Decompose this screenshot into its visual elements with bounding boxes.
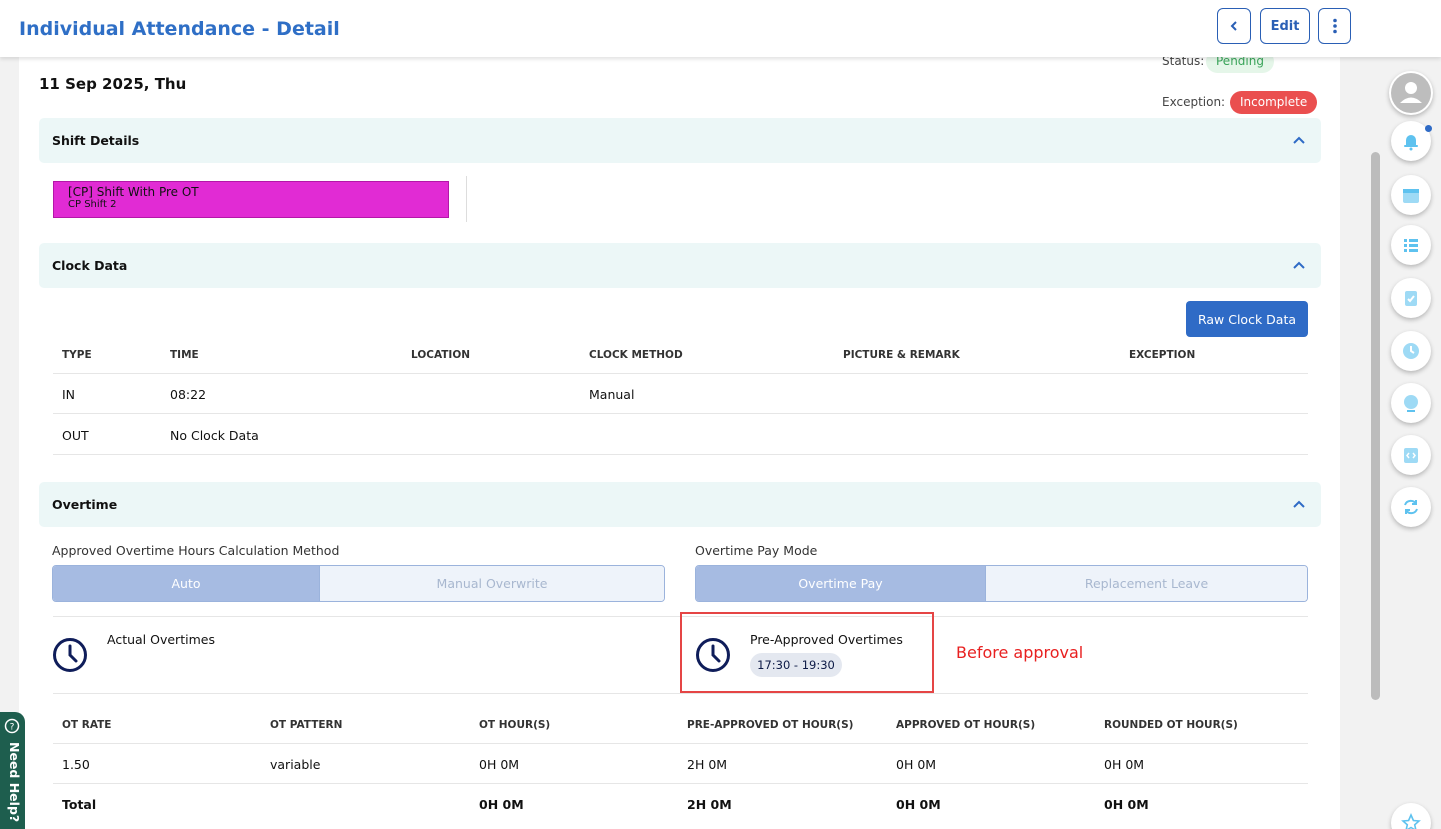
chevron-up-icon[interactable] <box>1291 132 1307 148</box>
top-bar: Individual Attendance - Detail Edit <box>0 0 1441 57</box>
annotation-box <box>680 612 934 693</box>
total-approved-hours: 0H 0M <box>896 797 941 812</box>
ot-pattern: variable <box>270 757 321 772</box>
list-button[interactable] <box>1391 225 1431 265</box>
user-avatar[interactable] <box>1389 71 1433 115</box>
page-title: Individual Attendance - Detail <box>19 18 340 40</box>
ot-hours: 0H 0M <box>479 757 520 772</box>
actual-overtimes-title: Actual Overtimes <box>107 632 215 647</box>
help-icon: ? <box>4 718 20 734</box>
column-header: LOCATION <box>411 349 471 361</box>
code-button[interactable] <box>1391 435 1431 475</box>
column-header: TYPE <box>62 349 92 361</box>
raw-clock-data-button[interactable]: Raw Clock Data <box>1186 301 1308 337</box>
shift-details-title: Shift Details <box>52 133 140 148</box>
status-label: Status: <box>1162 57 1205 68</box>
back-button[interactable] <box>1217 8 1251 44</box>
list-icon <box>1404 239 1418 252</box>
clock-method: Manual <box>589 387 635 402</box>
total-rounded-hours: 0H 0M <box>1104 797 1149 812</box>
refresh-button[interactable] <box>1391 487 1431 527</box>
row-divider <box>53 693 1308 694</box>
row-divider <box>53 454 1308 455</box>
column-header: PICTURE & REMARK <box>843 349 960 361</box>
favorites-button[interactable] <box>1391 803 1431 829</box>
shift-name: [CP] Shift With Pre OT <box>68 185 199 199</box>
row-divider <box>53 413 1308 414</box>
column-header: PRE-APPROVED OT HOUR(S) <box>687 719 854 731</box>
column-header: OT HOUR(S) <box>479 719 551 731</box>
calendar-icon <box>1403 189 1419 203</box>
clipboard-button[interactable] <box>1391 278 1431 318</box>
calc-auto-option[interactable]: Auto <box>53 566 319 601</box>
pay-replacement-option[interactable]: Replacement Leave <box>985 566 1307 601</box>
bell-icon <box>1404 135 1418 151</box>
calc-manual-option[interactable]: Manual Overwrite <box>319 566 664 601</box>
total-preapproved-hours: 2H 0M <box>687 797 732 812</box>
edit-button[interactable]: Edit <box>1260 8 1310 44</box>
pay-mode-toggle: Overtime Pay Replacement Leave <box>695 565 1308 602</box>
attendance-date: 11 Sep 2025, Thu <box>39 75 187 93</box>
row-divider <box>53 743 1308 744</box>
chevron-left-icon <box>1230 21 1237 31</box>
calendar-button[interactable] <box>1391 175 1431 215</box>
preapproved-ot-hours: 2H 0M <box>687 757 728 772</box>
chevron-up-icon[interactable] <box>1291 257 1307 273</box>
divider <box>466 176 467 222</box>
calc-method-label: Approved Overtime Hours Calculation Meth… <box>52 543 340 558</box>
overtime-title: Overtime <box>52 497 118 512</box>
shift-block[interactable]: [CP] Shift With Pre OT CP Shift 2 <box>53 181 449 218</box>
svg-text:?: ? <box>10 723 15 733</box>
calc-method-toggle: Auto Manual Overwrite <box>52 565 665 602</box>
column-header: OT RATE <box>62 719 112 731</box>
clock-data-header[interactable]: Clock Data <box>39 243 1321 288</box>
chevron-up-icon[interactable] <box>1291 496 1307 512</box>
clipboard-check-icon <box>1405 291 1417 306</box>
detail-card: 11 Sep 2025, Thu Status: Pending Excepti… <box>19 57 1340 829</box>
exception-label: Exception: <box>1162 95 1226 109</box>
refresh-icon <box>1404 499 1418 515</box>
clock-data-title: Clock Data <box>52 258 128 273</box>
column-header: CLOCK METHOD <box>589 349 683 361</box>
column-header: OT PATTERN <box>270 719 343 731</box>
clock-type: OUT <box>62 428 89 443</box>
pay-mode-label: Overtime Pay Mode <box>695 543 818 558</box>
approved-ot-hours: 0H 0M <box>896 757 937 772</box>
ot-rate: 1.50 <box>62 757 90 772</box>
exception-badge: Incomplete <box>1230 91 1318 114</box>
total-label: Total <box>62 797 97 812</box>
clock-time: No Clock Data <box>170 428 259 443</box>
total-ot-hours: 0H 0M <box>479 797 524 812</box>
column-header: TIME <box>170 349 199 361</box>
column-header: EXCEPTION <box>1129 349 1196 361</box>
status-badge: Pending <box>1206 57 1274 73</box>
code-icon <box>1404 448 1418 463</box>
column-header: ROUNDED OT HOUR(S) <box>1104 719 1238 731</box>
shift-details-header[interactable]: Shift Details <box>39 118 1321 163</box>
star-icon <box>1401 813 1421 829</box>
annotation-text: Before approval <box>956 643 1084 662</box>
overtime-header[interactable]: Overtime <box>39 482 1321 527</box>
row-divider <box>53 373 1308 374</box>
clock-time: 08:22 <box>170 387 207 402</box>
clock-icon <box>53 638 87 672</box>
globe-icon <box>1404 395 1418 412</box>
more-vertical-icon <box>1332 18 1337 34</box>
rounded-ot-hours: 0H 0M <box>1104 757 1145 772</box>
user-avatar-icon <box>1391 73 1431 113</box>
globe-button[interactable] <box>1391 383 1431 423</box>
clock-icon <box>1403 343 1419 359</box>
scrollbar-thumb[interactable] <box>1371 152 1380 700</box>
more-options-button[interactable] <box>1318 8 1351 44</box>
notification-dot <box>1425 125 1432 132</box>
pay-overtime-option[interactable]: Overtime Pay <box>696 566 985 601</box>
need-help-label[interactable]: Need Help? <box>7 742 22 822</box>
clock-type: IN <box>62 387 76 402</box>
right-sidebar <box>1383 57 1441 829</box>
row-divider <box>53 783 1308 784</box>
column-header: APPROVED OT HOUR(S) <box>896 719 1036 731</box>
clock-button[interactable] <box>1391 331 1431 371</box>
shift-code: CP Shift 2 <box>68 199 117 210</box>
